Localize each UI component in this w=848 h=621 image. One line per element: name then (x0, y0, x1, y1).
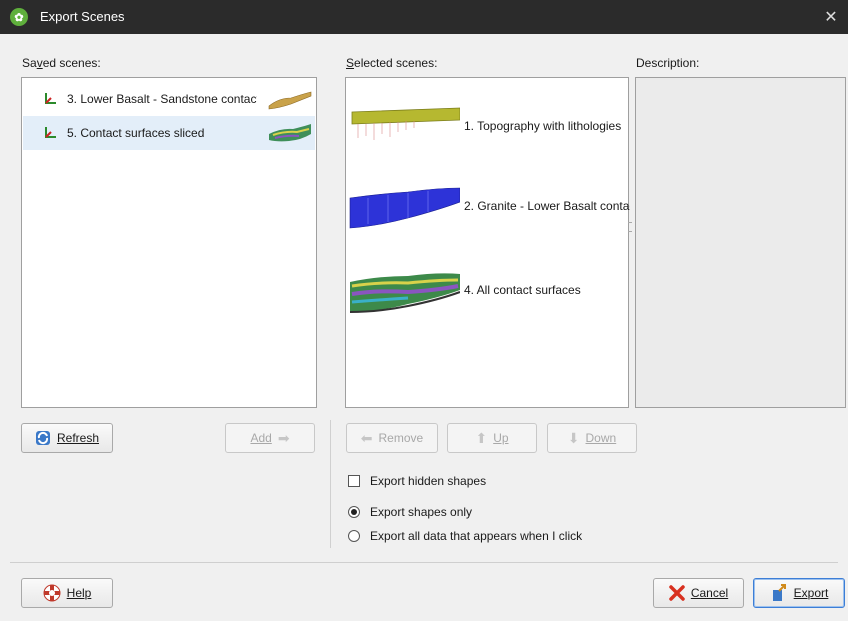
saved-scene-label: 5. Contact surfaces sliced (67, 126, 205, 140)
refresh-button[interactable]: Refresh (21, 423, 113, 453)
selected-scene-item[interactable]: 4. All contact surfaces (348, 268, 630, 314)
saved-scene-item[interactable]: 3. Lower Basalt - Sandstone contact (23, 82, 315, 116)
add-label: Add (250, 431, 272, 445)
down-button[interactable]: ⬇ Down (547, 423, 637, 453)
all-data-label: Export all data that appears when I clic… (370, 529, 583, 543)
scene-thumbnail (349, 273, 460, 313)
arrow-left-icon: ⬅ (360, 429, 373, 446)
all-data-radio[interactable] (348, 530, 360, 542)
lifebuoy-icon (43, 584, 61, 602)
saved-scenes-label: Saved scenes: (22, 56, 101, 70)
add-button[interactable]: Add ➡ (225, 423, 315, 453)
cancel-button[interactable]: Cancel (653, 578, 744, 608)
scene-thumbnail (269, 124, 311, 142)
shapes-only-label: Export shapes only (370, 505, 473, 519)
cancel-label: Cancel (690, 586, 729, 600)
selected-scene-label: 4. All contact surfaces (464, 283, 581, 297)
window-title: Export Scenes (40, 9, 125, 24)
scene-thumbnail (349, 187, 460, 229)
help-label: Help (66, 586, 92, 600)
selected-scene-item[interactable]: 1. Topography with lithologies (348, 104, 630, 150)
down-label: Down (585, 431, 617, 445)
arrow-up-icon: ⬆ (475, 429, 488, 446)
close-icon[interactable]: ✕ (814, 0, 848, 34)
up-label: Up (493, 431, 509, 445)
horizontal-separator (10, 562, 838, 563)
scene-axes-icon (43, 92, 61, 106)
export-hidden-checkbox[interactable] (348, 475, 360, 487)
export-icon (772, 584, 786, 601)
remove-label: Remove (378, 431, 424, 445)
title-bar: ✿ Export Scenes ✕ (0, 0, 848, 34)
description-label: Description: (636, 56, 700, 70)
export-hidden-label: Export hidden shapes (370, 474, 487, 488)
saved-scene-item[interactable]: 5. Contact surfaces sliced (23, 116, 315, 150)
vertical-separator (330, 420, 331, 548)
remove-button[interactable]: ⬅ Remove (346, 423, 438, 453)
export-label: Export (793, 586, 829, 600)
selected-scene-label: 2. Granite - Lower Basalt contact (464, 199, 630, 213)
selected-scenes-label: Selected scenes: (346, 56, 438, 70)
saved-scenes-list[interactable]: 3. Lower Basalt - Sandstone contact 5. C… (21, 77, 317, 408)
selected-scene-label: 1. Topography with lithologies (464, 119, 622, 133)
splitter-grip[interactable] (628, 222, 632, 232)
arrow-down-icon: ⬇ (567, 429, 580, 446)
help-button[interactable]: Help (21, 578, 113, 608)
refresh-icon (35, 431, 50, 445)
refresh-label: Refresh (56, 431, 100, 445)
description-panel (635, 77, 846, 408)
export-button[interactable]: Export (753, 578, 845, 608)
selected-scene-item[interactable]: 2. Granite - Lower Basalt contact (348, 184, 630, 230)
up-button[interactable]: ⬆ Up (447, 423, 537, 453)
shapes-only-radio[interactable] (348, 506, 360, 518)
selected-scenes-list[interactable]: 1. Topography with lithologies 2. Granit… (345, 77, 630, 408)
scene-thumbnail (268, 91, 312, 110)
cancel-icon (669, 585, 685, 601)
scene-thumbnail (351, 107, 460, 140)
saved-scene-label: 3. Lower Basalt - Sandstone contact (67, 92, 257, 106)
arrow-right-icon: ➡ (277, 429, 290, 446)
scene-axes-icon (43, 126, 61, 140)
app-icon: ✿ (10, 8, 28, 26)
